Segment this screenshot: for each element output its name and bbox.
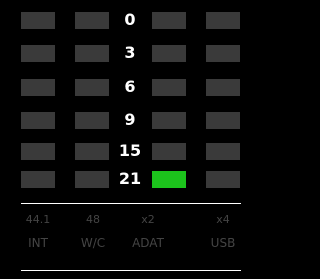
meter-cell xyxy=(21,45,55,62)
sync-source-row: INT W/C ADAT USB xyxy=(0,236,252,250)
meter-row-3: 3 xyxy=(0,43,252,62)
level-label: 9 xyxy=(124,110,136,129)
top-divider xyxy=(21,203,241,204)
meter-cell xyxy=(206,143,240,160)
meter-row-0: 0 xyxy=(0,10,252,29)
sample-rate-row: 44.1 48 x2 x4 xyxy=(0,213,252,227)
sync-source-wc: W/C xyxy=(80,236,106,250)
sample-rate-48: 48 xyxy=(86,213,100,226)
meter-row-9: 9 xyxy=(0,110,252,129)
sample-rate-44-1: 44.1 xyxy=(25,213,51,226)
meter-cell xyxy=(152,143,186,160)
level-label: 6 xyxy=(124,77,136,96)
meter-cell xyxy=(75,79,109,96)
meter-cell xyxy=(206,12,240,29)
meter-cell xyxy=(206,45,240,62)
meter-row-21: 21 xyxy=(0,169,252,188)
level-label: 3 xyxy=(124,43,136,62)
meter-cell xyxy=(21,79,55,96)
meter-cell xyxy=(152,79,186,96)
meter-cell xyxy=(206,112,240,129)
level-meter-panel: 0 3 6 9 15 21 44.1 48 x2 x4 INT W/C ADAT… xyxy=(0,0,252,279)
sync-source-adat: ADAT xyxy=(132,236,164,250)
meter-cell xyxy=(21,143,55,160)
meter-row-6: 6 xyxy=(0,77,252,96)
meter-cell xyxy=(75,143,109,160)
meter-cell xyxy=(21,171,55,188)
meter-cell xyxy=(21,12,55,29)
bottom-divider xyxy=(21,270,241,271)
meter-cell xyxy=(206,79,240,96)
level-label: 21 xyxy=(118,169,142,188)
level-label: 0 xyxy=(124,10,136,29)
sample-rate-x2: x2 xyxy=(141,213,155,226)
sync-source-int: INT xyxy=(28,236,48,250)
meter-cell xyxy=(21,112,55,129)
meter-cell xyxy=(75,171,109,188)
meter-cell xyxy=(206,171,240,188)
sync-source-usb: USB xyxy=(210,236,236,250)
meter-cell xyxy=(152,12,186,29)
meter-cell xyxy=(75,112,109,129)
meter-cell xyxy=(152,45,186,62)
level-label: 15 xyxy=(118,141,142,160)
meter-cell xyxy=(75,45,109,62)
meter-cell xyxy=(75,12,109,29)
sample-rate-x4: x4 xyxy=(216,213,230,226)
meter-cell xyxy=(152,112,186,129)
meter-row-15: 15 xyxy=(0,141,252,160)
meter-cell-active xyxy=(152,171,186,188)
